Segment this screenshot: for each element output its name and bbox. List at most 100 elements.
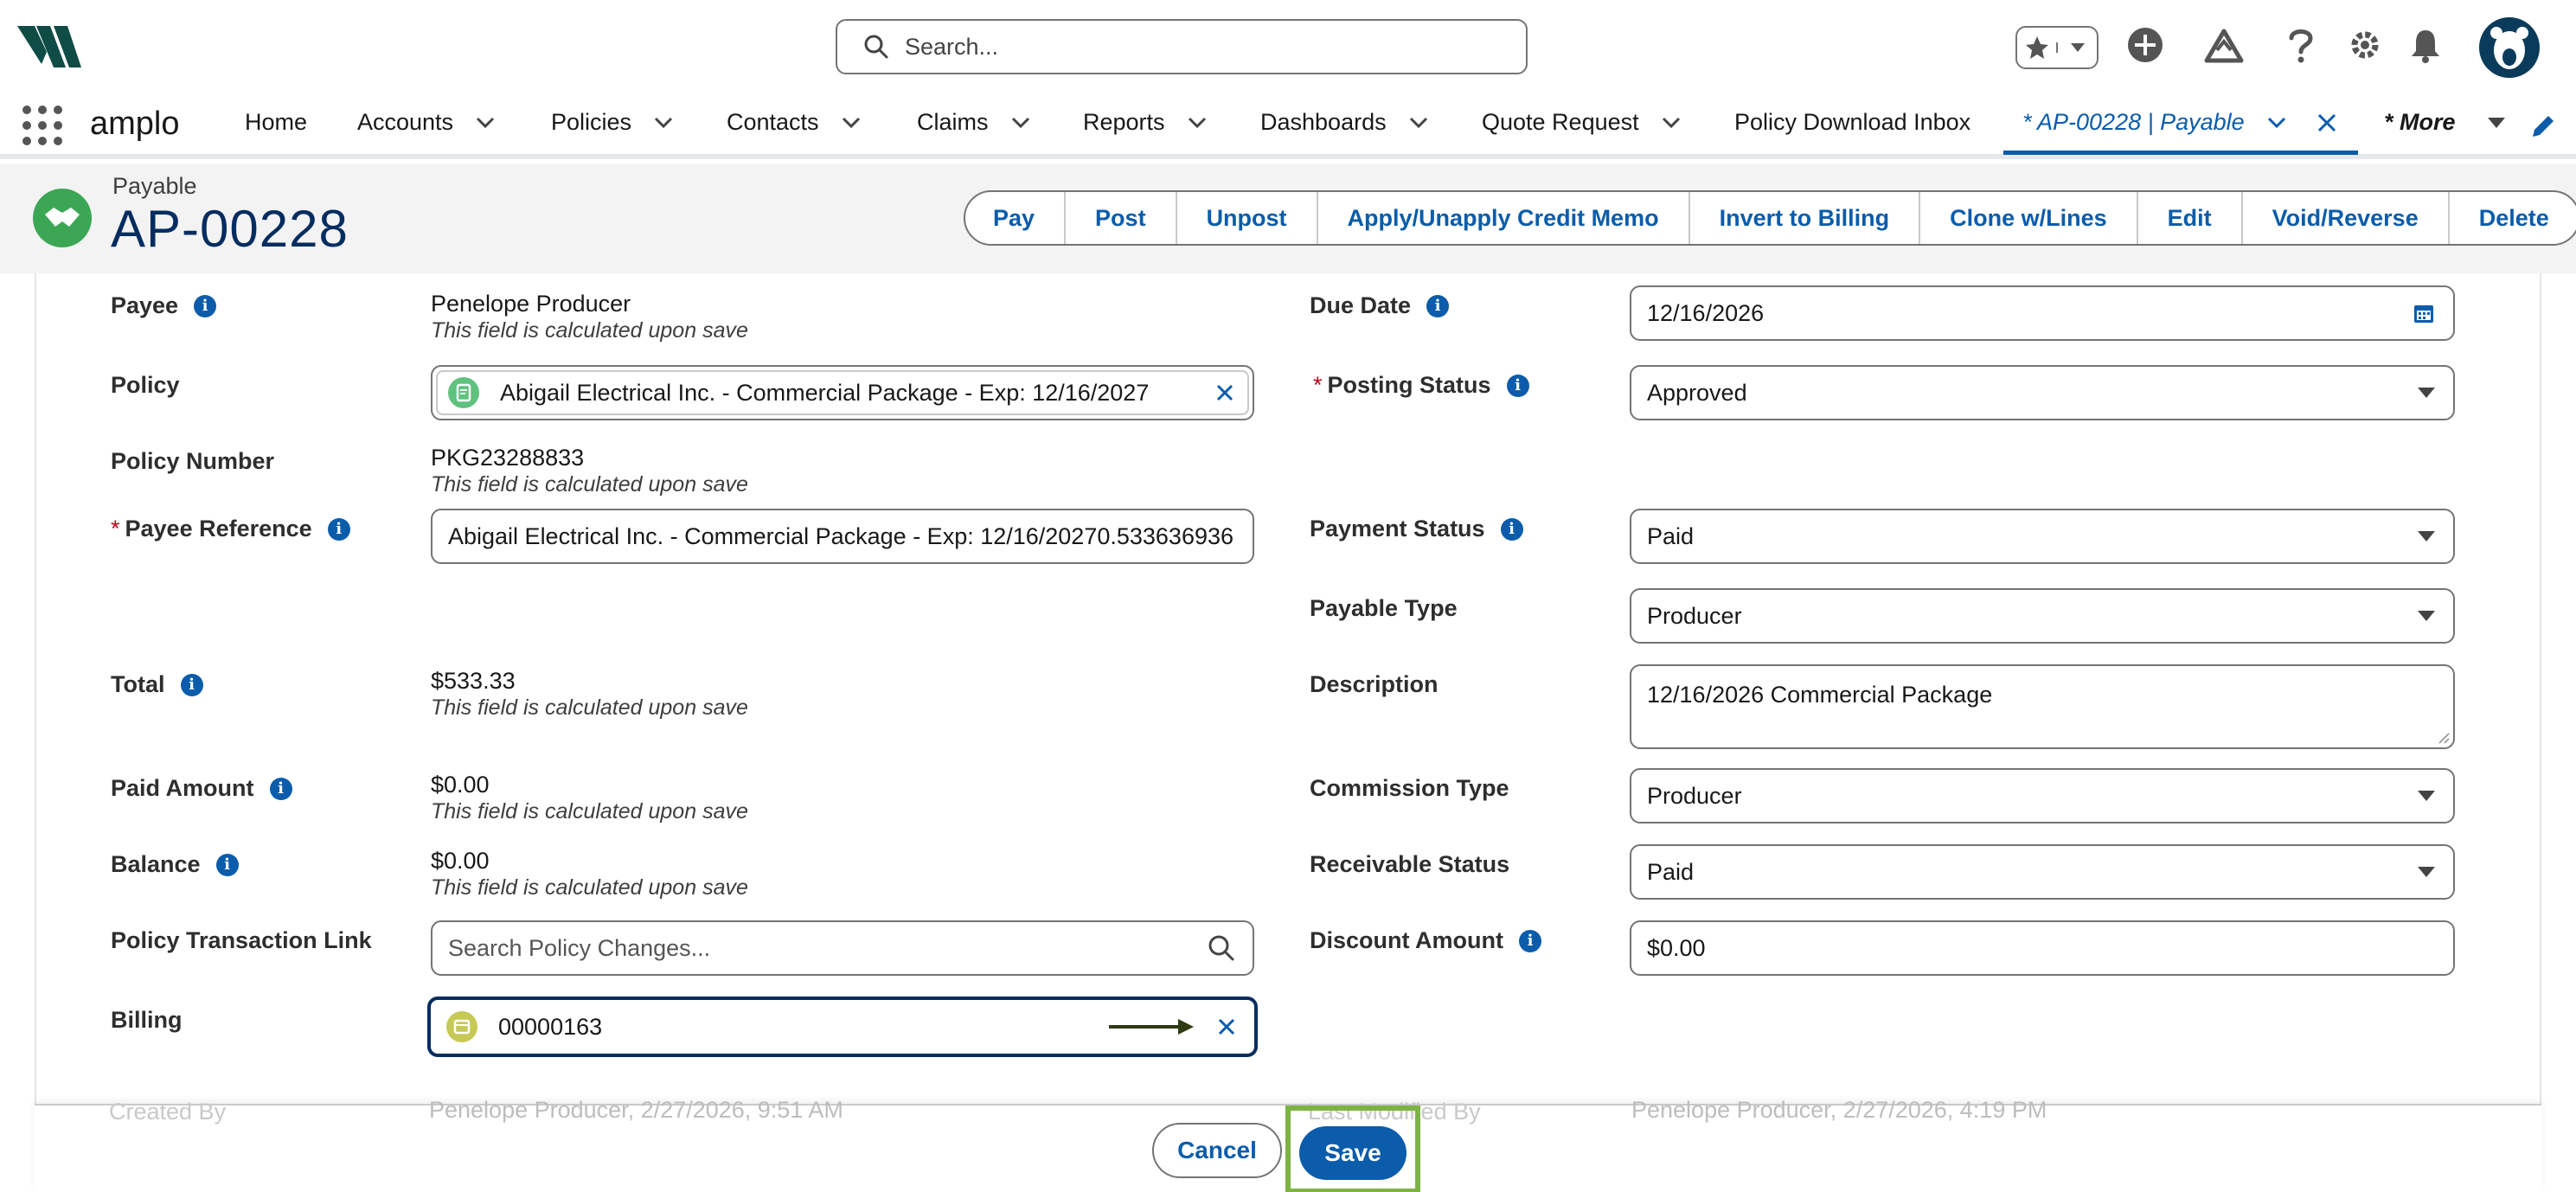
payable-type-select[interactable]: Producer <box>1630 588 2455 644</box>
payee-hint: This field is calculated upon save <box>431 318 748 343</box>
notifications-button[interactable] <box>2401 21 2450 69</box>
help-button[interactable] <box>2277 21 2325 69</box>
nav-item-contacts[interactable]: Contacts <box>727 109 861 136</box>
clear-selection-icon[interactable] <box>1214 382 1235 403</box>
favorite-star-button[interactable] <box>2017 35 2056 61</box>
balance-hint: This field is calculated upon save <box>431 875 748 900</box>
billing-lookup-value: 00000163 <box>498 1013 603 1040</box>
user-avatar[interactable] <box>2479 17 2540 78</box>
chevron-down-icon[interactable] <box>1011 117 1030 129</box>
favorites-button-group[interactable] <box>2015 26 2099 69</box>
arrow-right-annotation <box>1109 1019 1194 1035</box>
info-icon[interactable]: i <box>194 294 217 317</box>
due-date-input[interactable]: 12/16/2026 <box>1630 285 2455 341</box>
company-logo[interactable] <box>16 21 83 73</box>
bear-avatar-icon <box>2490 27 2528 69</box>
void-reverse-button[interactable]: Void/Reverse <box>2240 192 2448 244</box>
policy-lookup-field[interactable]: Abigail Electrical Inc. - Commercial Pac… <box>431 365 1254 420</box>
delete-button[interactable]: Delete <box>2447 192 2576 244</box>
favorites-menu-button[interactable] <box>2056 42 2097 53</box>
chevron-down-icon[interactable] <box>1409 117 1428 129</box>
payee-reference-input[interactable]: Abigail Electrical Inc. - Commercial Pac… <box>431 509 1254 564</box>
balance-value: $0.00 <box>431 848 490 874</box>
calendar-icon[interactable] <box>2412 301 2436 325</box>
payment-status-select[interactable]: Paid <box>1630 509 2455 564</box>
record-name: AP-00228 <box>111 200 349 258</box>
chevron-down-icon[interactable] <box>842 117 861 129</box>
caret-down-icon <box>2418 791 2435 801</box>
record-type-label: Payable <box>112 173 197 199</box>
chevron-down-icon[interactable] <box>2267 117 2286 129</box>
receivable-status-select[interactable]: Paid <box>1630 844 2455 900</box>
billing-lookup-field[interactable]: 00000163 <box>427 997 1258 1057</box>
cancel-button[interactable]: Cancel <box>1152 1123 1282 1178</box>
info-icon[interactable]: i <box>1506 374 1529 397</box>
help-icon <box>2289 29 2313 63</box>
app-launcher-button[interactable] <box>22 106 62 145</box>
nav-item-home[interactable]: Home <box>245 109 307 136</box>
chevron-down-icon[interactable] <box>1188 117 1207 129</box>
payee-value: Penelope Producer <box>431 291 631 317</box>
star-icon <box>2025 36 2048 59</box>
edit-form: Payee i Penelope Producer This field is c… <box>35 273 2541 1104</box>
plus-circle-icon <box>2128 28 2163 62</box>
save-button[interactable]: Save <box>1299 1126 1407 1180</box>
active-tab-indicator <box>2003 151 2358 155</box>
apply-unapply-credit-memo-button[interactable]: Apply/Unapply Credit Memo <box>1316 192 1688 244</box>
info-icon[interactable]: i <box>180 673 203 696</box>
description-textarea[interactable]: 12/16/2026 Commercial Package <box>1630 664 2455 749</box>
payable-type-label: Payable Type <box>1310 595 1458 621</box>
tab-ap-00228-payable[interactable]: * AP-00228 | Payable <box>2022 109 2286 136</box>
caret-down-icon <box>2418 388 2435 398</box>
nav-item-policy-download-inbox[interactable]: Policy Download Inbox <box>1734 109 1970 136</box>
record-header: Payable AP-00228 Pay Post Unpost Apply/U… <box>0 164 2576 273</box>
description-label: Description <box>1310 671 1439 697</box>
commission-type-select[interactable]: Producer <box>1630 768 2455 824</box>
setup-button[interactable] <box>2341 21 2389 69</box>
chevron-down-icon[interactable] <box>654 117 673 129</box>
invert-to-billing-button[interactable]: Invert to Billing <box>1688 192 1919 244</box>
trailhead-button[interactable] <box>2197 21 2251 69</box>
info-icon[interactable]: i <box>327 517 350 541</box>
posting-status-select[interactable]: Approved <box>1630 365 2455 420</box>
clone-with-lines-button[interactable]: Clone w/Lines <box>1919 192 2137 244</box>
receivable-status-label: Receivable Status <box>1310 851 1510 877</box>
pay-button[interactable]: Pay <box>965 192 1064 244</box>
info-icon[interactable]: i <box>1518 929 1541 952</box>
unpost-button[interactable]: Unpost <box>1175 192 1317 244</box>
nav-item-policies[interactable]: Policies <box>551 109 673 136</box>
caret-down-icon <box>2418 531 2435 542</box>
caret-down-icon <box>2070 43 2085 52</box>
policy-number-label: Policy Number <box>111 448 275 474</box>
handshake-icon <box>45 208 80 227</box>
policy-transaction-link-placeholder: Search Policy Changes... <box>448 934 711 961</box>
global-actions-button[interactable] <box>2121 21 2169 69</box>
edit-nav-icon[interactable] <box>2529 112 2557 140</box>
total-hint: This field is calculated upon save <box>431 695 748 720</box>
close-tab-icon[interactable] <box>2316 112 2337 133</box>
chevron-down-icon[interactable] <box>476 117 495 129</box>
paid-amount-label: Paid Amount i <box>111 775 292 802</box>
due-date-label: Due Date i <box>1310 292 1450 319</box>
resize-handle-icon[interactable] <box>2436 730 2450 744</box>
chevron-down-icon[interactable] <box>1662 117 1681 129</box>
navigation-bar: amplo Home Accounts Policies Contacts Cl… <box>0 90 2576 159</box>
edit-button[interactable]: Edit <box>2136 192 2241 244</box>
info-icon[interactable]: i <box>1500 517 1523 541</box>
clear-selection-icon[interactable] <box>1216 1016 1237 1037</box>
posting-status-label: * Posting Status i <box>1313 372 1529 399</box>
nav-item-quote-request[interactable]: Quote Request <box>1482 109 1681 136</box>
post-button[interactable]: Post <box>1064 192 1176 244</box>
policy-number-hint: This field is calculated upon save <box>431 472 748 497</box>
nav-more-menu[interactable]: * More <box>2384 109 2506 136</box>
info-icon[interactable]: i <box>1426 294 1450 317</box>
nav-item-claims[interactable]: Claims <box>917 109 1030 136</box>
info-icon[interactable]: i <box>215 853 239 876</box>
info-icon[interactable]: i <box>269 777 292 800</box>
nav-item-accounts[interactable]: Accounts <box>357 109 495 136</box>
policy-transaction-link-input[interactable]: Search Policy Changes... <box>431 920 1254 976</box>
nav-item-reports[interactable]: Reports <box>1083 109 1207 136</box>
global-search-input[interactable]: Search... <box>836 19 1528 74</box>
discount-amount-input[interactable]: $0.00 <box>1630 920 2455 976</box>
nav-item-dashboards[interactable]: Dashboards <box>1260 109 1428 136</box>
